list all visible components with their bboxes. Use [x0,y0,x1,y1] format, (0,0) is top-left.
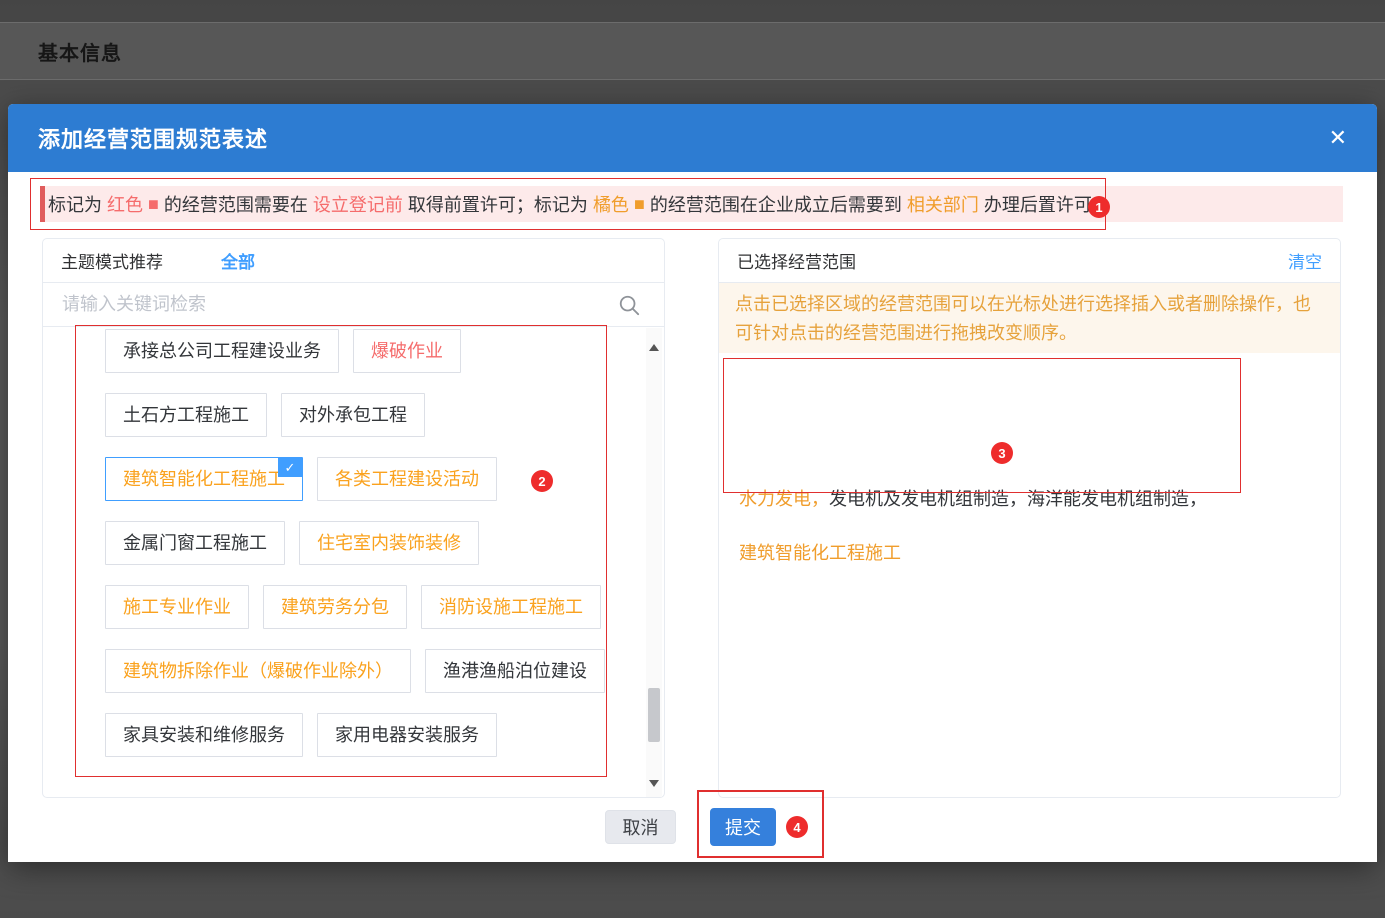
scope-tag[interactable]: 承接总公司工程建设业务 [105,329,339,373]
scope-tag[interactable]: 建筑劳务分包 [263,585,407,629]
background-section-header: 基本信息 [0,22,1385,80]
scroll-up-icon[interactable] [649,344,659,351]
scope-tag[interactable]: 建筑智能化工程施工✓ [105,457,303,501]
scope-color-legend-notice: 标记为 红色 ■ 的经营范围需要在 设立登记前 取得前置许可；标记为 橘色 ■ … [40,186,1343,222]
text-segment: 取得前置许可；标记为 [403,191,593,217]
text-segment: ■ [634,194,645,215]
text-segment: 的经营范围在企业成立后需要到 [645,191,907,217]
scrollbar[interactable] [646,328,662,797]
tag-row: 建筑智能化工程施工✓ 各类工程建设活动 [105,457,634,501]
search-icon[interactable] [618,294,640,316]
modal-header: 添加经营范围规范表述 ✕ [8,104,1377,172]
text-segment: ■ [148,194,159,215]
tag-row: 家具安装和维修服务家用电器安装服务 [105,713,634,757]
add-business-scope-modal: 添加经营范围规范表述 ✕ 标记为 红色 ■ 的经营范围需要在 设立登记前 取得前… [8,104,1377,862]
selected-scope-panel: 已选择经营范围 清空 点击已选择区域的经营范围可以在光标处进行选择插入或者删除操… [718,238,1341,798]
selected-scope-hint: 点击已选择区域的经营范围可以在光标处进行选择插入或者删除操作，也可针对点击的经营… [719,283,1340,353]
search-row [43,283,664,327]
scope-picker-panel: 主题模式推荐 全部 承接总公司工程建设业务爆破作业土石方工程施工对外承包工程建筑… [42,238,665,798]
scope-tag-list: 承接总公司工程建设业务爆破作业土石方工程施工对外承包工程建筑智能化工程施工✓各类… [43,327,664,797]
keyword-search-input[interactable] [62,294,618,315]
selected-scope-title: 已选择经营范围 [737,248,856,273]
cancel-button[interactable]: 取消 [605,810,676,844]
text-segment: 水力发电， [739,489,829,509]
text-segment: 设立登记前 [313,191,403,217]
text-segment: 标记为 [48,191,107,217]
scrollbar-thumb[interactable] [648,688,660,742]
scope-tag[interactable]: 家具安装和维修服务 [105,713,303,757]
tag-row: 承接总公司工程建设业务爆破作业 [105,329,634,373]
selected-scope-line-2[interactable]: 建筑智能化工程施工 [739,539,901,565]
check-badge-icon: ✓ [278,458,302,477]
left-panel-header: 主题模式推荐 全部 [43,239,664,283]
background-section-title: 基本信息 [38,37,122,66]
filter-all-link[interactable]: 全部 [221,248,255,273]
scope-tag[interactable]: 金属门窗工程施工 [105,521,285,565]
scope-tag[interactable]: 消防设施工程施工 [421,585,601,629]
clear-all-link[interactable]: 清空 [1288,248,1322,273]
scope-tag[interactable]: 爆破作业 [353,329,461,373]
selected-scope-line-1[interactable]: 水力发电，发电机及发电机组制造，海洋能发电机组制造， [739,485,1207,511]
close-icon[interactable]: ✕ [1329,127,1347,149]
right-panel-header: 已选择经营范围 清空 [719,239,1340,283]
scroll-down-icon[interactable] [649,780,659,787]
tag-row: 金属门窗工程施工住宅室内装饰装修 [105,521,634,565]
tab-theme-mode[interactable]: 主题模式推荐 [61,248,163,273]
modal-title: 添加经营范围规范表述 [38,122,268,154]
tag-row: 施工专业作业建筑劳务分包消防设施工程施工 [105,585,634,629]
scope-tag[interactable]: 住宅室内装饰装修 [299,521,479,565]
scope-tag[interactable]: 建筑物拆除作业（爆破作业除外） [105,649,411,693]
text-segment: 建筑智能化工程施工 [739,543,901,563]
text-segment: 的经营范围需要在 [159,191,313,217]
tag-row: 土石方工程施工对外承包工程 [105,393,634,437]
tag-row: 建筑物拆除作业（爆破作业除外） 渔港渔船泊位建设 [105,649,634,693]
text-segment: 红色 [107,191,148,217]
text-segment: 橘色 [593,191,634,217]
scope-tag[interactable]: 对外承包工程 [281,393,425,437]
scope-tag[interactable]: 施工专业作业 [105,585,249,629]
text-segment: 相关部门 [907,191,979,217]
text-segment: 发电机及发电机组制造，海洋能发电机组制造， [829,489,1207,509]
scope-tag[interactable]: 各类工程建设活动 [317,457,497,501]
scope-tag[interactable]: 土石方工程施工 [105,393,267,437]
scope-tag[interactable]: 家用电器安装服务 [317,713,497,757]
scope-tag[interactable]: 渔港渔船泊位建设 [425,649,605,693]
submit-button[interactable]: 提交 [710,808,776,846]
text-segment: 办理后置许可； [979,191,1110,217]
